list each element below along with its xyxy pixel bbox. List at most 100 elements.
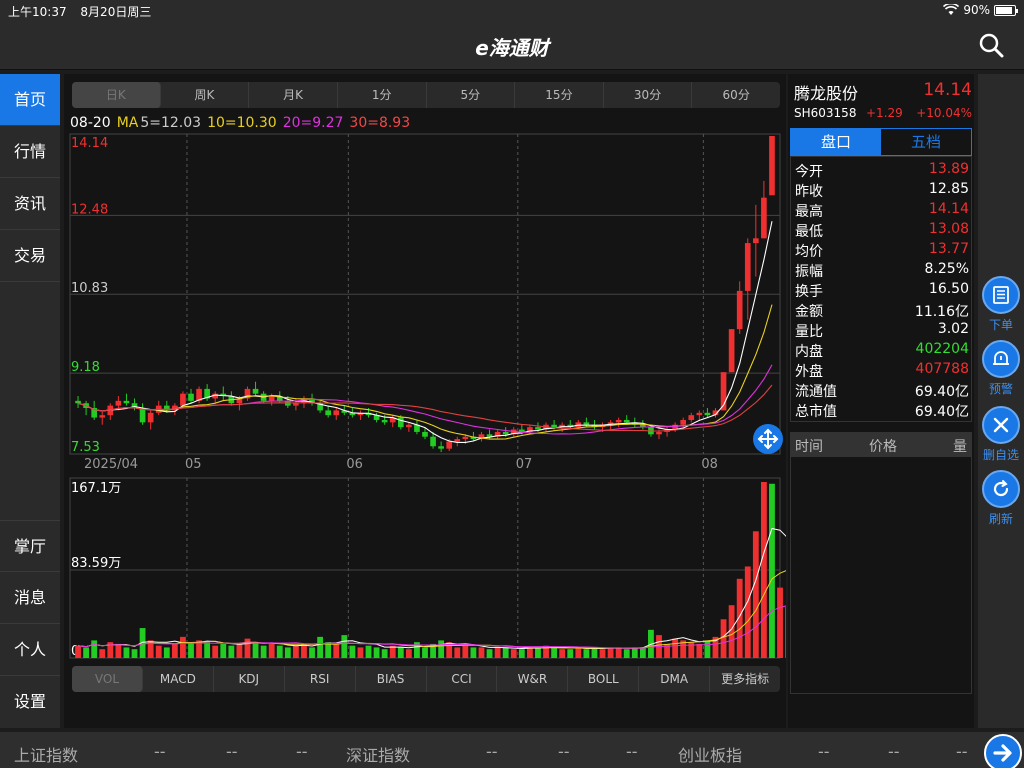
- candle-body: [688, 415, 695, 420]
- period-tabs: 日K 周K 月K 1分 5分 15分 30分 60分: [72, 82, 780, 108]
- search-icon[interactable]: [978, 32, 1004, 58]
- alert-button[interactable]: 预警: [980, 340, 1022, 397]
- candle-body: [446, 441, 453, 449]
- volume-bar: [551, 647, 558, 658]
- quote-label: 总市值: [795, 404, 837, 420]
- quote-label: 金额: [795, 304, 823, 320]
- tab-indicator-bias[interactable]: BIAS: [356, 666, 427, 692]
- remove-watchlist-button[interactable]: 删自选: [980, 406, 1022, 463]
- volume-bar: [75, 645, 81, 658]
- volume-bar: [155, 645, 162, 658]
- volume-bar: [228, 645, 235, 658]
- nav-profile[interactable]: 个人: [0, 624, 60, 676]
- trade-ticks: 时间 价格 量: [790, 432, 972, 694]
- tab-period-30min[interactable]: 30分: [604, 82, 693, 108]
- refresh-icon: [993, 480, 1009, 497]
- quote-label: 换手: [795, 284, 823, 300]
- volume-bar: [752, 531, 759, 658]
- kline-chart[interactable]: 14.14 12.48 10.83 9.18 7.53 2025/04 05 06 07 08 16…: [64, 74, 786, 728]
- nav-messages[interactable]: 消息: [0, 572, 60, 624]
- arrow-right-icon: [993, 744, 1012, 762]
- tab-five-levels[interactable]: 五档: [881, 129, 971, 155]
- nav-home[interactable]: 首页: [0, 74, 60, 126]
- tab-indicator-macd[interactable]: MACD: [143, 666, 214, 692]
- candle-body: [397, 417, 404, 428]
- nav-settings[interactable]: 设置: [0, 676, 60, 728]
- tab-indicator-kdj[interactable]: KDJ: [214, 666, 285, 692]
- quote-row: 流通值 69.40亿: [795, 381, 969, 401]
- quote-value: 13.89: [928, 161, 969, 177]
- volume-bar: [599, 649, 606, 658]
- volume-bar: [623, 649, 630, 658]
- tab-indicator-vol[interactable]: VOL: [72, 666, 143, 692]
- refresh-button[interactable]: 刷新: [980, 470, 1022, 527]
- volume-bar: [268, 643, 275, 658]
- battery-percent: 90%: [963, 3, 990, 17]
- volume-bar: [760, 482, 767, 658]
- candle-body: [188, 393, 194, 401]
- volume-bar: [381, 649, 388, 658]
- tab-period-60min[interactable]: 60分: [692, 82, 780, 108]
- volume-bar: [204, 642, 211, 658]
- tab-indicator-more[interactable]: 更多指标: [710, 666, 780, 692]
- nav-trade[interactable]: 交易: [0, 230, 60, 282]
- chart-panel: 14.14 12.48 10.83 9.18 7.53 2025/04 05 06 07 08 16…: [64, 74, 786, 728]
- volume-bar: [252, 642, 259, 658]
- ticker-sh-value: --: [154, 742, 166, 761]
- candle-body: [438, 446, 444, 449]
- candle-body: [333, 410, 340, 416]
- candle-body: [535, 427, 541, 430]
- quote-tabs: 盘口 五档: [790, 128, 972, 156]
- nav-hall[interactable]: 掌厅: [0, 520, 60, 572]
- volume-bar: [301, 643, 307, 658]
- ticker-cy-change: --: [888, 742, 900, 761]
- candle-body: [252, 388, 259, 394]
- status-date: 8月20日周三: [80, 5, 152, 19]
- wifi-icon: [943, 4, 960, 15]
- tab-period-day[interactable]: 日K: [72, 82, 161, 108]
- volume-bar: [83, 647, 90, 658]
- volume-bar: [236, 643, 243, 658]
- quote-label: 均价: [795, 244, 823, 260]
- quote-value: 8.25%: [924, 261, 969, 277]
- tab-period-month[interactable]: 月K: [249, 82, 338, 108]
- volume-bar: [518, 649, 525, 658]
- tab-handicap[interactable]: 盘口: [791, 129, 881, 155]
- volume-axis-label: 167.1万: [71, 481, 121, 496]
- nav-market[interactable]: 行情: [0, 126, 60, 178]
- volume-bar: [349, 645, 356, 658]
- index-ticker[interactable]: 上证指数 -- -- -- 深证指数 -- -- -- 创业板指 -- -- -…: [0, 732, 1024, 768]
- quote-row: 最低 13.08: [795, 221, 969, 241]
- nav-news[interactable]: 资讯: [0, 178, 60, 230]
- volume-bar: [777, 587, 783, 658]
- order-button[interactable]: 下单: [980, 276, 1022, 333]
- volume-bar: [526, 647, 533, 658]
- price-axis-label: 14.14: [71, 136, 108, 151]
- ticker-cy-name: 创业板指: [678, 746, 743, 765]
- tab-period-1min[interactable]: 1分: [338, 82, 427, 108]
- quote-stats: 今开 13.89 昨收 12.85 最高 14.14 最低 13.08 均价 13.77 振幅 8.2…: [790, 156, 972, 422]
- ticker-next-button[interactable]: [984, 734, 1022, 768]
- volume-bar: [341, 635, 348, 658]
- tab-indicator-cci[interactable]: CCI: [427, 666, 498, 692]
- ticker-sz-pct: --: [626, 742, 638, 761]
- quote-label: 昨收: [795, 184, 823, 200]
- price-axis-label: 10.83: [71, 281, 108, 296]
- candle-body: [147, 412, 154, 423]
- tab-indicator-dma[interactable]: DMA: [639, 666, 711, 692]
- tab-indicator-wr[interactable]: W&R: [497, 666, 569, 692]
- quote-row: 外盘 407788: [795, 361, 969, 381]
- tab-period-15min[interactable]: 15分: [515, 82, 604, 108]
- status-time: 上午10:37: [8, 5, 67, 19]
- refresh-label: 刷新: [988, 512, 1013, 526]
- tab-period-week[interactable]: 周K: [161, 82, 250, 108]
- volume-bar: [502, 647, 509, 658]
- fullscreen-button[interactable]: [753, 424, 783, 454]
- tab-indicator-boll[interactable]: BOLL: [568, 666, 640, 692]
- quote-value: 3.02: [937, 321, 969, 337]
- volume-bar: [559, 649, 566, 658]
- volume-bar: [486, 649, 493, 658]
- tab-indicator-rsi[interactable]: RSI: [285, 666, 356, 692]
- tab-period-5min[interactable]: 5分: [427, 82, 516, 108]
- battery-icon: [994, 4, 1018, 16]
